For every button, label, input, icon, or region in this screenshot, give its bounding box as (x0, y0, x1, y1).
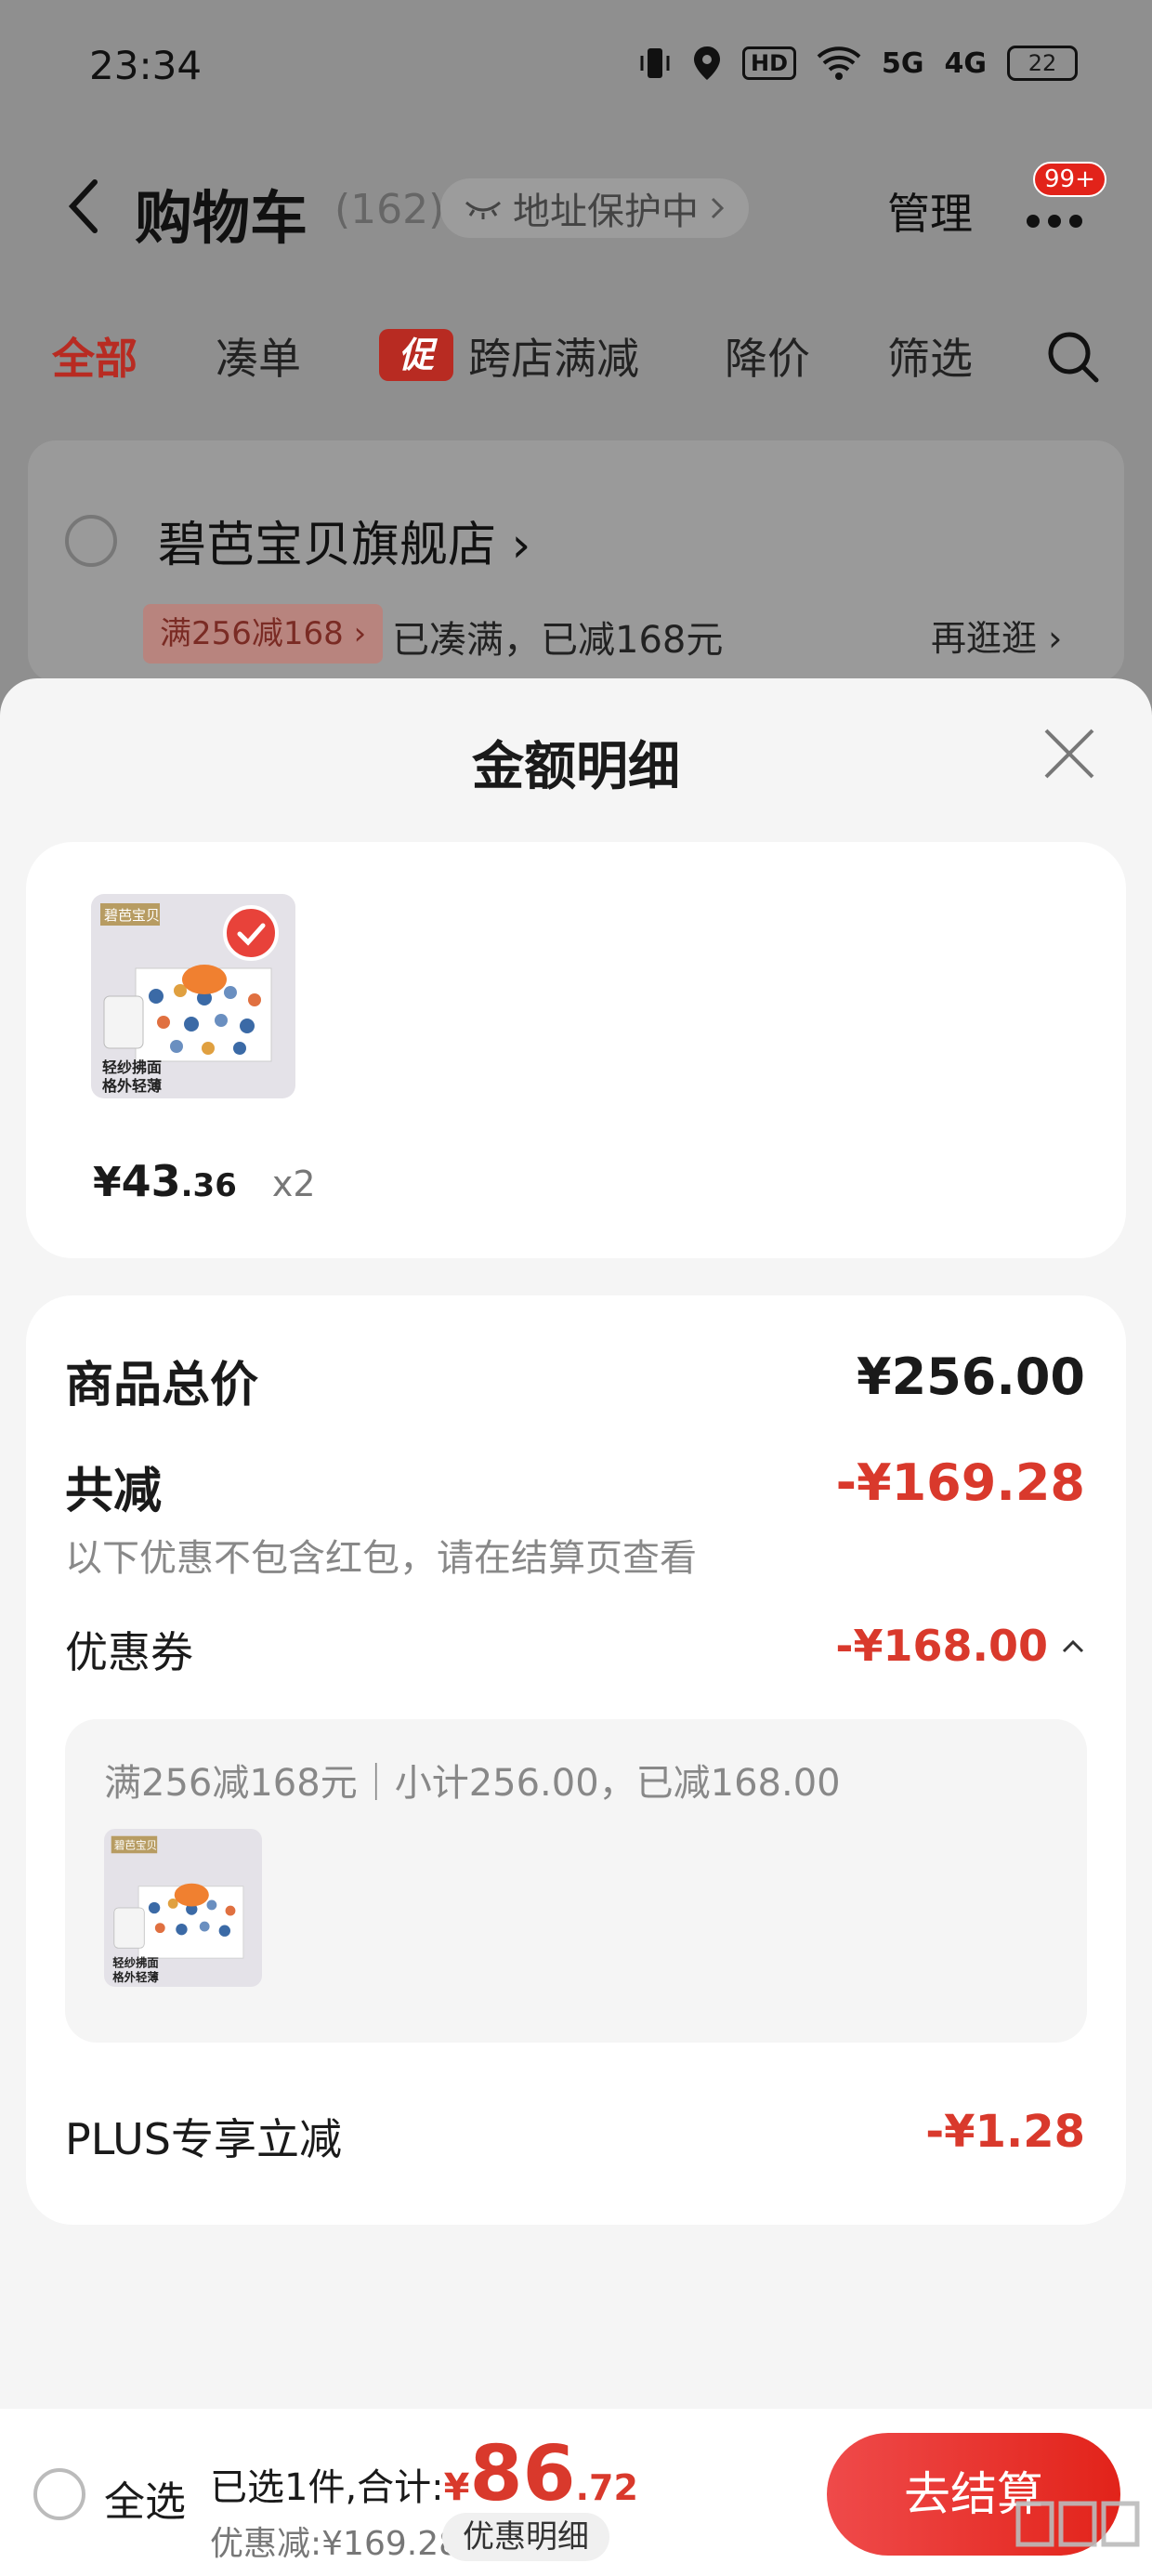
coupon-status: 已凑满，已减168元 (392, 619, 724, 662)
status-bar: 23:34 HD 5G 4G 22 (0, 0, 1152, 139)
checkout-bar: 全选 已选1件,合计: ¥86.72 优惠减:¥169.28 优惠明细 去结算 (0, 2409, 1152, 2576)
total-discount-label: 共减 (65, 1464, 163, 1519)
brand-tag: 碧芭宝贝 (114, 1839, 157, 1852)
tab-cross-store[interactable]: 跨店满减 (468, 325, 639, 387)
close-icon[interactable] (1041, 725, 1098, 782)
eye-closed-icon (465, 201, 501, 219)
coupon-toggle[interactable]: -¥168.00 (835, 1621, 1085, 1671)
coupon-label: 优惠券 (65, 1627, 193, 1677)
battery-icon: 22 (1007, 46, 1078, 81)
message-badge: 99+ (1033, 162, 1106, 197)
status-icons: HD 5G 4G 22 (638, 45, 1078, 82)
chevron-right-icon: › (496, 518, 531, 573)
wifi-icon (817, 46, 861, 80)
total-discount-value: -¥169.28 (835, 1453, 1085, 1512)
price-summary-card: 商品总价 ¥256.00 共减 -¥169.28 以下优惠不包含红包，请在结算页… (26, 1295, 1126, 2225)
vibrate-icon (640, 48, 670, 78)
plus-discount-value: -¥1.28 (925, 2106, 1085, 2158)
5g-signal-icon: 5G (882, 46, 924, 80)
select-all-radio[interactable] (33, 2468, 85, 2520)
item-card: 碧芭宝贝 轻纱拂面 格外轻薄 ¥43.36 x2 (26, 842, 1126, 1258)
search-icon[interactable] (1045, 329, 1101, 385)
tab-bundle[interactable]: 凑单 (216, 325, 301, 387)
browse-more-link[interactable]: 再逛逛 › (931, 610, 1062, 661)
plus-discount-label: PLUS专享立减 (65, 2114, 342, 2164)
coupon-detail-box: 满256减168元｜小计256.00，已减168.00 碧芭宝贝 轻纱拂面 格外… (65, 1719, 1087, 2043)
location-icon (693, 46, 720, 80)
back-arrow-icon[interactable] (65, 178, 102, 234)
filter-tabs: 全部 凑单 促 跨店满减 降价 筛选 (0, 316, 1152, 400)
promo-tag: 促 (379, 329, 453, 381)
chevron-right-icon (711, 197, 725, 219)
product-caption-2: 格外轻薄 (112, 1970, 159, 1984)
manage-button[interactable]: 管理 (887, 180, 973, 242)
store-name[interactable]: 碧芭宝贝旗舰店 › (158, 506, 530, 575)
store-card: 碧芭宝贝旗舰店 › 满256减168 › 已凑满，已减168元 再逛逛 › (28, 440, 1124, 682)
hd-icon: HD (741, 46, 796, 80)
goods-total-label: 商品总价 (65, 1358, 259, 1413)
goods-total-value: ¥256.00 (857, 1347, 1085, 1406)
watermark-logo (1015, 2501, 1140, 2547)
coupon-detail-text: 满256减168元｜小计256.00，已减168.00 (104, 1762, 841, 1805)
discount-note: 以下优惠不包含红包，请在结算页查看 (65, 1537, 697, 1580)
coupon-product-thumbnail: 碧芭宝贝 轻纱拂面 格外轻薄 (104, 1829, 262, 1987)
coupon-value: -¥168.00 (835, 1621, 1048, 1671)
brand-tag: 碧芭宝贝 (104, 907, 160, 924)
sheet-title: 金额明细 (472, 737, 680, 797)
nav-bar: 购物车 (162) 地址保护中 管理 99+ (0, 158, 1152, 260)
select-all-label[interactable]: 全选 (104, 2468, 186, 2528)
store-select-radio[interactable] (65, 515, 117, 567)
tab-all[interactable]: 全部 (52, 325, 137, 387)
address-protect-pill[interactable]: 地址保护中 (440, 178, 749, 238)
selected-check-badge (223, 905, 279, 961)
coupon-chip[interactable]: 满256减168 › (143, 604, 384, 664)
item-price: ¥43.36 x2 (93, 1156, 316, 1206)
product-caption-2: 格外轻薄 (102, 1077, 162, 1095)
product-caption-1: 轻纱拂面 (112, 1955, 158, 1969)
page-title: 购物车 (135, 184, 308, 252)
cart-count: (162) (334, 186, 445, 233)
chevron-up-icon (1062, 1639, 1084, 1653)
status-time: 23:34 (89, 43, 203, 88)
discount-detail-button[interactable]: 优惠明细 (442, 2513, 609, 2561)
item-quantity: x2 (271, 1163, 316, 1204)
tab-filter[interactable]: 筛选 (887, 325, 973, 387)
tab-price-drop[interactable]: 降价 (725, 325, 810, 387)
discount-summary: 优惠减:¥169.28 (210, 2525, 460, 2563)
check-icon (237, 923, 266, 946)
product-caption-1: 轻纱拂面 (102, 1058, 162, 1076)
address-protect-label: 地址保护中 (513, 191, 699, 233)
4g-signal-icon: 4G (944, 46, 988, 80)
total-price: 已选1件,合计: ¥86.72 (210, 2430, 638, 2518)
amount-detail-sheet: 金额明细 碧芭宝贝 轻纱拂面 格外轻薄 ¥43.36 x2 商品总价 ¥256.… (0, 678, 1152, 2409)
